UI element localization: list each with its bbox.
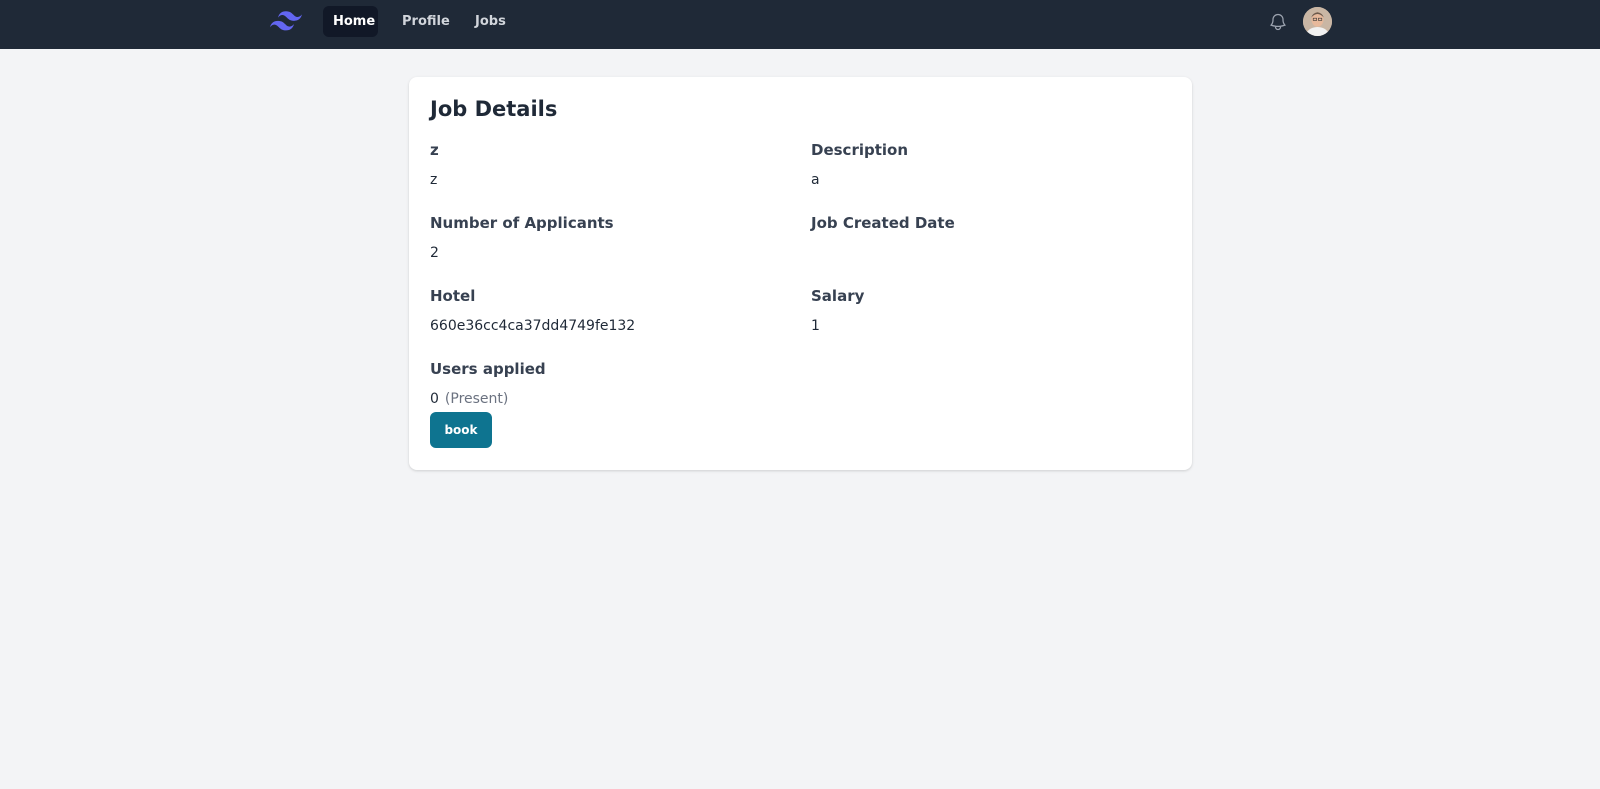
description-label: Description: [811, 141, 909, 159]
logo-icon[interactable]: [270, 10, 302, 32]
user-avatar[interactable]: [1303, 7, 1332, 36]
nav-home[interactable]: Home: [323, 6, 378, 37]
description-value: a: [811, 172, 820, 188]
salary-value: 1: [811, 318, 820, 334]
hotel-value: 660e36cc4ca37dd4749fe132: [430, 318, 636, 334]
applicants-value: 2: [430, 245, 439, 261]
hotel-label: Hotel: [430, 287, 476, 305]
created-date-label: Job Created Date: [811, 214, 955, 232]
nav-jobs[interactable]: Jobs: [465, 6, 516, 37]
nav-profile[interactable]: Profile: [392, 6, 460, 37]
applicants-label: Number of Applicants: [430, 214, 614, 232]
salary-label: Salary: [811, 287, 865, 305]
users-applied-label: Users applied: [430, 360, 546, 378]
top-navbar: Home Profile Jobs: [0, 0, 1600, 49]
attendance-status: (Present): [444, 391, 509, 407]
job-name-label: z: [430, 141, 439, 159]
book-button[interactable]: book: [430, 412, 492, 448]
users-applied-row: 0 (Present): [430, 391, 508, 407]
job-name-value: z: [430, 172, 438, 188]
users-applied-value: 0: [430, 391, 439, 407]
job-details-card: Job Details z z Description a Number of …: [409, 77, 1192, 470]
bell-icon[interactable]: [1268, 11, 1288, 33]
page-title: Job Details: [430, 97, 558, 121]
avatar-portrait-icon: [1303, 7, 1332, 36]
